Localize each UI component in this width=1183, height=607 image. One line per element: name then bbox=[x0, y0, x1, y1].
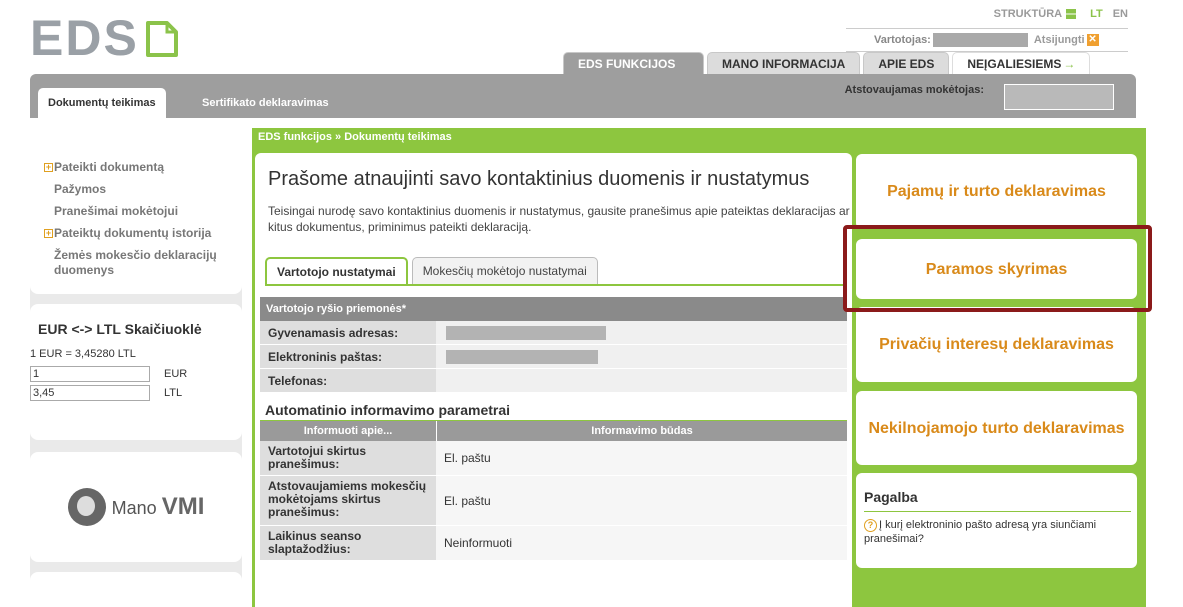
tab-disabled-access[interactable]: NEĮGALIESIEMS → bbox=[952, 52, 1091, 74]
ltl-input[interactable]: 3,45 bbox=[30, 385, 150, 401]
sidebar-item-payer-notices[interactable]: Pranešimai mokėtojui bbox=[44, 204, 242, 219]
eds-logo[interactable]: EDS bbox=[30, 10, 179, 66]
contact-section-header: Vartotojo ryšio priemonės* bbox=[260, 297, 847, 321]
tab-my-information[interactable]: MANO INFORMACIJA bbox=[707, 52, 861, 74]
table-row: Laikinus seanso slaptažodžius: Neinformu… bbox=[260, 526, 847, 561]
row-about: Atstovaujamiems mokesčių mokėtojams skir… bbox=[260, 476, 436, 525]
sidebar-nav: + Pateikti dokumentą Pažymos Pranešimai m… bbox=[30, 118, 242, 294]
top-links: STRUKTŪRA LT EN bbox=[994, 8, 1128, 20]
help-question-text: Į kurį elektroninio pašto adresą yra siu… bbox=[864, 519, 1097, 545]
user-line: Vartotojas: Atsijungti ✕ bbox=[846, 28, 1128, 52]
subtab-document-submission[interactable]: Dokumentų teikimas bbox=[38, 88, 166, 118]
page-title: Prašome atnaujinti savo kontaktinius duo… bbox=[268, 168, 810, 190]
document-logo-icon bbox=[145, 21, 178, 57]
sidebar-item-certificates[interactable]: Pažymos bbox=[44, 182, 242, 197]
expand-plus-icon[interactable]: + bbox=[44, 163, 53, 172]
address-label: Gyvenamasis adresas: bbox=[260, 321, 436, 344]
eur-input[interactable]: 1 bbox=[30, 366, 150, 382]
settings-tabs: Vartotojo nustatymai Mokesčių mokėtojo n… bbox=[265, 257, 598, 285]
row-method[interactable]: El. paštu bbox=[436, 476, 847, 525]
left-sidebar: + Pateikti dokumentą Pažymos Pranešimai m… bbox=[30, 118, 242, 607]
subtab-certificate-declaration[interactable]: Sertifikato deklaravimas bbox=[202, 88, 329, 118]
breadcrumb: EDS funkcijos » Dokumentų teikimas bbox=[258, 131, 452, 143]
tab-user-settings[interactable]: Vartotojo nustatymai bbox=[265, 257, 408, 285]
mano-vmi-text: Mano VMI bbox=[112, 493, 205, 521]
row-method[interactable]: Neinformuoti bbox=[436, 526, 847, 560]
logo-text: EDS bbox=[30, 10, 139, 66]
settings-form: Vartotojo ryšio priemonės* Gyvenamasis a… bbox=[260, 297, 847, 561]
sidebar-item-label: Pateikti dokumentą bbox=[54, 160, 165, 174]
person-icon bbox=[67, 488, 106, 526]
row-about: Laikinus seanso slaptažodžius: bbox=[260, 526, 436, 560]
main-panel: Prašome atnaujinti savo kontaktinius duo… bbox=[255, 153, 852, 607]
sidebar-item-submit-document[interactable]: + Pateikti dokumentą bbox=[44, 160, 242, 175]
tab-eds-functions[interactable]: EDS FUNKCIJOS bbox=[563, 52, 704, 74]
notify-table-header: Informuoti apie... Informavimo būdas bbox=[260, 421, 847, 441]
table-row: Atstovaujamiems mokesčių mokėtojams skir… bbox=[260, 476, 847, 526]
converter-title: EUR <-> LTL Skaičiuoklė bbox=[38, 321, 202, 337]
table-row: Vartotojui skirtus pranešimus: El. paštu bbox=[260, 441, 847, 476]
phone-row: Telefonas: bbox=[260, 369, 847, 393]
username-redacted bbox=[932, 33, 1028, 47]
language-switch: LT EN bbox=[1090, 8, 1128, 20]
user-label: Vartotojas: bbox=[874, 34, 931, 46]
close-icon: ✕ bbox=[1086, 34, 1099, 46]
ltl-row: 3,45 LTL bbox=[30, 385, 242, 401]
tab-about-eds[interactable]: APIE EDS bbox=[863, 52, 950, 74]
lang-lt-link[interactable]: LT bbox=[1090, 8, 1103, 20]
address-row: Gyvenamasis adresas: bbox=[260, 321, 847, 345]
help-box: Pagalba ? Į kurį elektroninio pašto adres… bbox=[856, 473, 1137, 568]
highlight-frame bbox=[843, 225, 1152, 312]
structure-link[interactable]: STRUKTŪRA bbox=[993, 8, 1077, 20]
exchange-rate: 1 EUR = 3,45280 LTL bbox=[30, 348, 136, 360]
eur-row: 1 EUR bbox=[30, 366, 242, 382]
question-icon: ? bbox=[864, 519, 877, 532]
phone-label: Telefonas: bbox=[260, 369, 436, 392]
currency-converter: EUR <-> LTL Skaičiuoklė 1 EUR = 3,45280 … bbox=[30, 304, 242, 440]
sitemap-icon bbox=[1066, 9, 1077, 19]
represented-payer-select[interactable] bbox=[1004, 84, 1114, 110]
help-question-link[interactable]: ? Į kurį elektroninio pašto adresą yra si… bbox=[864, 518, 1131, 546]
gpm-psd-link[interactable]: GPM ir PSD įmokų bbox=[30, 572, 242, 607]
mano-vmi-bold: VMI bbox=[161, 493, 205, 520]
sidebar-item-document-history[interactable]: + Pateiktų dokumentų istorija bbox=[44, 226, 242, 241]
represented-payer: Atstovaujamas mokėtojas: bbox=[845, 84, 1114, 110]
sidebar-item-land-tax-data[interactable]: Žemės mokesčio deklaracijų duomenys bbox=[44, 248, 242, 278]
expand-plus-icon[interactable]: + bbox=[44, 229, 53, 238]
ltl-label: LTL bbox=[164, 387, 183, 399]
row-about: Vartotojui skirtus pranešimus: bbox=[260, 441, 436, 475]
row-method[interactable]: El. paštu bbox=[436, 441, 847, 475]
logout-label: Atsijungti bbox=[1033, 34, 1085, 46]
email-field[interactable] bbox=[446, 349, 598, 364]
email-label: Elektroninis paštas: bbox=[260, 345, 436, 368]
email-row: Elektroninis paštas: bbox=[260, 345, 847, 369]
header-inform-method: Informavimo būdas bbox=[436, 421, 847, 441]
tab-disabled-access-label: NEĮGALIESIEMS bbox=[967, 57, 1062, 71]
page-description: Teisingai nurodę savo kontaktinius duome… bbox=[268, 204, 850, 234]
lang-en-link[interactable]: EN bbox=[1113, 8, 1128, 20]
sidebar-item-label: Pateiktų dokumentų istorija bbox=[54, 226, 212, 240]
logout-link[interactable]: Atsijungti ✕ bbox=[1034, 34, 1099, 46]
auto-notify-title: Automatinio informavimo parametrai bbox=[260, 399, 847, 421]
tab-taxpayer-settings[interactable]: Mokesčių mokėtojo nustatymai bbox=[411, 257, 598, 284]
represented-payer-label: Atstovaujamas mokėtojas: bbox=[844, 84, 984, 96]
private-interests-declaration-link[interactable]: Privačių interesų deklaravimas bbox=[856, 307, 1137, 382]
address-field[interactable] bbox=[446, 325, 606, 340]
sub-navigation-bar: Dokumentų teikimas Sertifikato deklaravi… bbox=[30, 74, 1136, 118]
main-tabs: EDS FUNKCIJOS MANO INFORMACIJA APIE EDS … bbox=[563, 52, 1091, 74]
tab-underline bbox=[265, 284, 847, 286]
help-title: Pagalba bbox=[864, 489, 1131, 512]
arrow-right-icon: → bbox=[1063, 57, 1076, 71]
mano-vmi-prefix: Mano bbox=[111, 498, 157, 518]
income-property-declaration-link[interactable]: Pajamų ir turto deklaravimas bbox=[856, 154, 1137, 229]
structure-label: STRUKTŪRA bbox=[993, 8, 1063, 20]
mano-vmi-link[interactable]: Mano VMI bbox=[30, 452, 242, 562]
eur-label: EUR bbox=[164, 368, 188, 380]
header-inform-about: Informuoti apie... bbox=[303, 425, 393, 437]
real-estate-declaration-link[interactable]: Nekilnojamojo turto deklaravimas bbox=[856, 391, 1137, 465]
phone-field[interactable] bbox=[436, 369, 847, 392]
